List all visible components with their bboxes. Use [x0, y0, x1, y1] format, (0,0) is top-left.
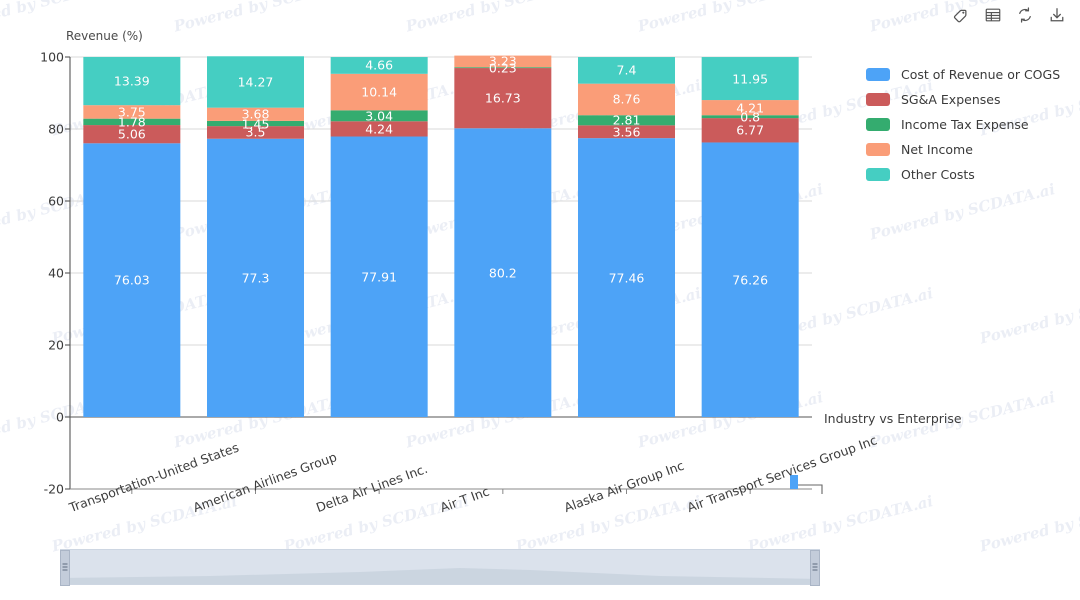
bar-segment-label: 4.21 [736, 100, 765, 116]
bar-segment-label: 16.73 [484, 90, 521, 106]
bar-segment-label: 77.91 [361, 269, 398, 285]
axis-note: Industry vs Enterprise [824, 411, 962, 426]
range-start-handle[interactable] [60, 550, 70, 586]
bar-segment-label: 6.77 [736, 122, 765, 138]
y-axis-ticks: -20 0 20 40 60 80 100 [18, 0, 64, 600]
y-axis-tick: -20 [43, 481, 64, 497]
bar-segment-label: 3.23 [488, 53, 517, 69]
legend-swatch [866, 143, 890, 156]
y-axis-tick: 60 [48, 193, 64, 209]
table-icon[interactable] [984, 6, 1002, 24]
range-end-handle[interactable] [810, 550, 820, 586]
legend-item[interactable]: Net Income [866, 137, 1060, 162]
bar-segment-label: 76.03 [113, 272, 150, 288]
download-icon[interactable] [1048, 6, 1066, 24]
bar-segment-label: 11.95 [732, 71, 769, 87]
range-slider-preview [60, 568, 820, 584]
chart-toolbar [952, 6, 1066, 24]
legend-item[interactable]: Income Tax Expense [866, 112, 1060, 137]
bar-segment-label: 80.2 [488, 265, 517, 281]
legend-label: Net Income [901, 142, 973, 157]
legend-label: Income Tax Expense [901, 117, 1029, 132]
y-axis-tick: 80 [48, 121, 64, 137]
bar-segment-label: 8.76 [612, 91, 641, 107]
range-slider-track[interactable] [60, 549, 820, 586]
legend-swatch [866, 68, 890, 81]
bar-segment-label: 4.24 [365, 121, 394, 137]
y-axis-tick: 20 [48, 337, 64, 353]
bar-segment-label: 3.68 [241, 106, 270, 122]
bar-segment-label: 77.3 [241, 270, 270, 286]
refresh-icon[interactable] [1016, 6, 1034, 24]
grip-lines-icon [62, 563, 68, 573]
legend-label: Cost of Revenue or COGS [901, 67, 1061, 82]
tag-icon[interactable] [952, 6, 970, 24]
y-axis-tick: 40 [48, 265, 64, 281]
legend-item[interactable]: SG&A Expenses [866, 87, 1060, 112]
legend-swatch [866, 93, 890, 106]
legend-item[interactable]: Cost of Revenue or COGS [866, 62, 1060, 87]
legend-label: SG&A Expenses [901, 92, 1001, 107]
y-axis-tick: 0 [56, 409, 64, 425]
legend-item[interactable]: Other Costs [866, 162, 1060, 187]
grip-lines-icon [812, 563, 818, 573]
bar-segment-label: 77.46 [608, 270, 645, 286]
bar-segment-label: 14.27 [237, 74, 274, 90]
legend-label: Other Costs [901, 167, 975, 182]
bar-segment-label: 7.4 [616, 62, 637, 78]
bar-segment-label: 10.14 [361, 84, 398, 100]
bar-segment-label: 4.66 [365, 57, 394, 73]
bar-segment-label: 3.75 [117, 104, 146, 120]
bar-segment-label: 13.39 [113, 73, 150, 89]
y-axis-tick: 100 [40, 49, 64, 65]
legend-swatch [866, 118, 890, 131]
y-axis-label: Revenue (%) [66, 29, 143, 43]
bar-segment-label: 2.81 [612, 112, 641, 128]
bar-segment-label: 76.26 [732, 272, 769, 288]
legend-swatch [866, 168, 890, 181]
chart-legend: Cost of Revenue or COGS SG&A Expenses Inco… [866, 62, 1060, 187]
range-slider[interactable] [60, 549, 820, 586]
bar-segment-label: 3.04 [365, 108, 394, 124]
